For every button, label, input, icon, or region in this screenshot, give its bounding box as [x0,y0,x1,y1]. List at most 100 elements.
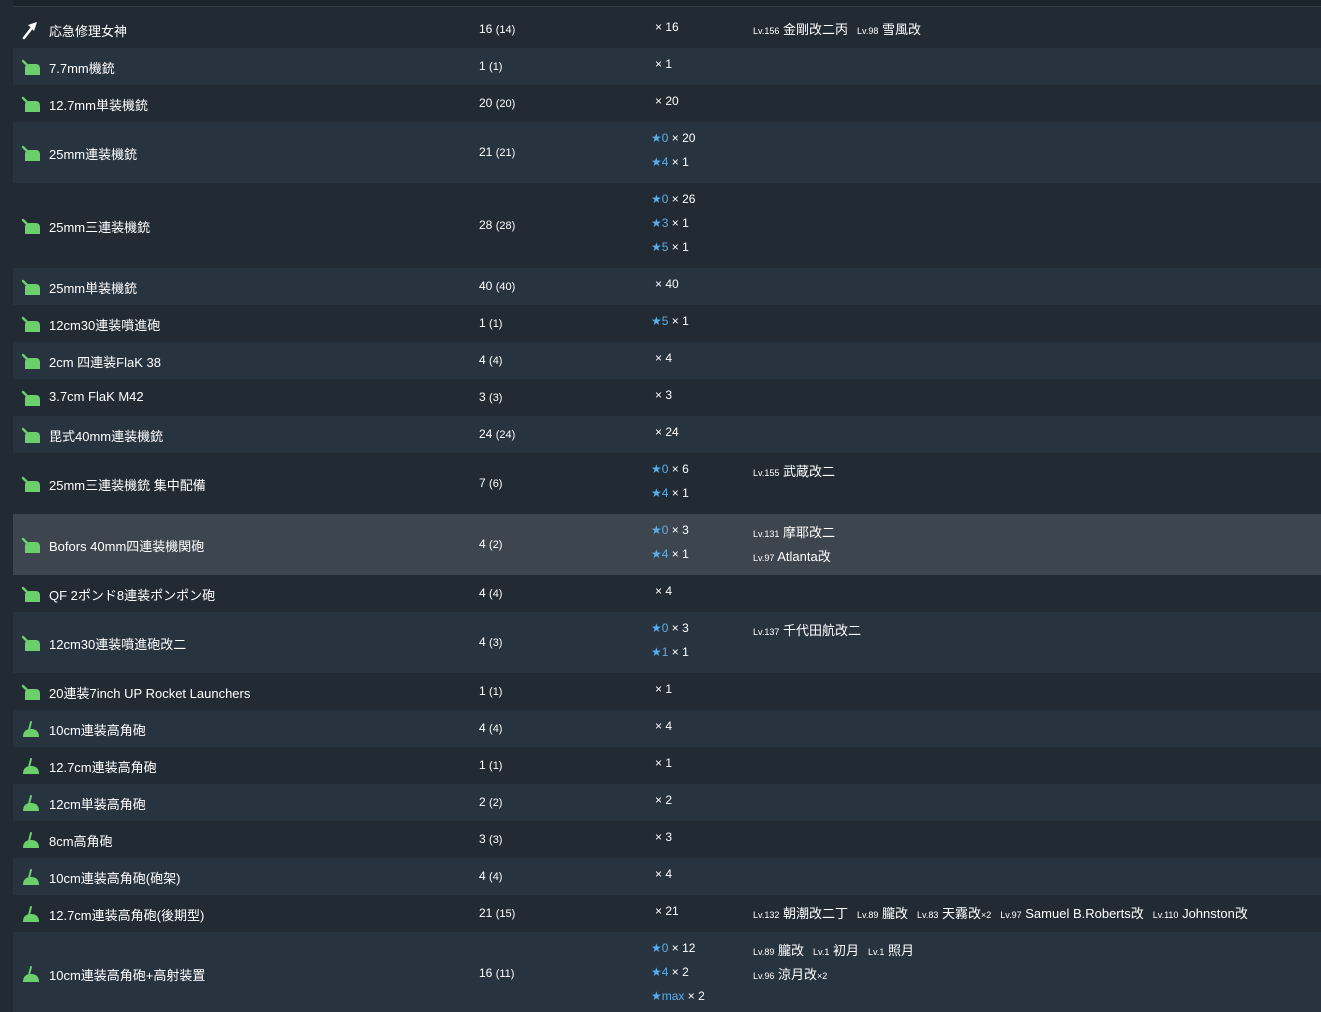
ship-entry[interactable]: Lv.156 金剛改二丙 [753,22,848,37]
equipment-count: 21 (21) [479,145,515,159]
ship-entry[interactable]: Lv.131 摩耶改二 [753,525,835,540]
available-count: (24) [495,428,516,441]
table-row[interactable]: 8cm高角砲 3 (3) × 3 [13,821,1321,858]
equipment-name: 12cm単装高角砲 [49,796,146,812]
ship-entry[interactable]: Lv.155 武蔵改二 [753,464,835,479]
upgrade-count: × 2 [687,989,705,1003]
table-row[interactable]: 12cm30連装噴進砲 1 (1) ★5 × 1 [13,305,1321,342]
upgrade-count: × 20 [655,94,679,108]
upgrade-count: × 4 [655,867,673,881]
upgrade-count: × 1 [671,216,689,230]
equipment-count: 28 (28) [479,218,515,232]
aa-gun-icon [20,387,42,409]
upgrade-line: ★1 × 1 [651,645,689,659]
upgrade-count: × 1 [655,682,673,696]
available-count: (3) [489,636,503,649]
equipment-count: 4 (4) [479,353,502,367]
equipment-name: 25mm単装機銃 [49,280,138,296]
aa-gun-icon [20,424,42,446]
star-level: ★0 [651,131,669,145]
table-row[interactable]: 12.7mm単装機銃 20 (20) × 20 [13,85,1321,122]
total-count: 3 [479,389,486,404]
table-row[interactable]: 3.7cm FlaK M42 3 (3) × 3 [13,379,1321,416]
table-row[interactable]: 25mm三連装機銃 28 (28) ★0 × 26 ★3 × 1 ★5 × 1 [13,183,1321,268]
aa-gun-icon [20,681,42,703]
total-count: 16 [479,21,493,36]
upgrade-count: × 1 [655,756,673,770]
table-row[interactable]: 25mm連装機銃 21 (21) ★0 × 20 ★4 × 1 [13,122,1321,183]
table-row[interactable]: 25mm単装機銃 40 (40) × 40 [13,268,1321,305]
table-row[interactable]: 7.7mm機銃 1 (1) × 1 [13,48,1321,85]
table-row[interactable]: 20連装7inch UP Rocket Launchers 1 (1) × 1 [13,673,1321,710]
ship-entry[interactable]: Lv.1 初月 [813,943,859,958]
upgrade-count: × 12 [671,941,696,955]
total-count: 4 [479,352,486,367]
table-row[interactable]: 12cm単装高角砲 2 (2) × 2 [13,784,1321,821]
table-row[interactable]: 10cm連装高角砲(砲架) 4 (4) × 4 [13,858,1321,895]
available-count: (3) [489,391,503,404]
table-row[interactable]: 12.7cm連装高角砲(後期型) 21 (15) × 21 Lv.132 朝潮改二丁 L… [13,895,1321,932]
upgrade-line: × 16 [655,20,679,34]
total-count: 24 [479,426,493,441]
upgrade-line: × 4 [655,584,672,598]
ship-name: 涼月改 [777,967,817,982]
upgrade-line: ★5 × 1 [651,240,689,254]
equipment-count: 3 (3) [479,390,502,404]
ship-entry[interactable]: Lv.89 朧改 [753,943,804,958]
ship-name: 天霧改 [941,906,981,921]
ship-multiplier: ×2 [817,971,828,981]
table-row[interactable]: 12cm30連装噴進砲改二 4 (3) ★0 × 3 ★1 × 1 Lv.137 千代田… [13,612,1321,673]
table-row[interactable]: 応急修理女神 16 (14) × 16 Lv.156 金剛改二丙 Lv.98 雪風改 [13,11,1321,48]
table-row[interactable]: 10cm連装高角砲+高射装置 16 (11) ★0 × 12 ★4 × 2 ★max ×… [13,932,1321,1012]
upgrade-line: ★0 × 6 [651,462,689,476]
equipment-count: 1 (1) [479,316,502,330]
ship-entry[interactable]: Lv.98 雪風改 [857,22,921,37]
available-count: (15) [495,907,516,920]
equipment-count: 4 (4) [479,586,502,600]
total-count: 1 [479,315,486,330]
total-count: 1 [479,683,486,698]
ship-entry[interactable]: Lv.110 Johnston改 [1153,906,1248,921]
available-count: (2) [489,538,503,551]
ship-level: Lv.97 [753,553,775,563]
aa-gun-icon [20,350,42,372]
table-row[interactable]: 25mm三連装機銃 集中配備 7 (6) ★0 × 6 ★4 × 1 Lv.155 武蔵… [13,453,1321,514]
equipment-count: 1 (1) [479,684,502,698]
total-count: 20 [479,95,493,110]
available-count: (21) [495,146,516,159]
ha-gun-icon [20,963,42,985]
star-level: ★4 [651,965,669,979]
ship-entry[interactable]: Lv.89 朧改 [857,906,908,921]
upgrade-line: × 2 [655,793,672,807]
available-count: (2) [489,796,503,809]
ship-entry[interactable]: Lv.132 朝潮改二丁 [753,906,848,921]
equipment-name: 8cm高角砲 [49,833,113,849]
equipment-name: 12cm30連装噴進砲改二 [49,636,187,652]
total-count: 1 [479,58,486,73]
aa-gun-icon [20,93,42,115]
ship-entry[interactable]: Lv.1 照月 [868,943,914,958]
table-row[interactable]: 2cm 四連装FlaK 38 4 (4) × 4 [13,342,1321,379]
ship-entry[interactable]: Lv.96 涼月改×2 [753,967,827,982]
ship-entry[interactable]: Lv.137 千代田航改二 [753,623,861,638]
table-row[interactable]: Bofors 40mm四連装機関砲 4 (2) ★0 × 3 ★4 × 1 Lv.131… [13,514,1321,575]
upgrade-line: ★0 × 26 [651,192,695,206]
available-count: (14) [495,23,516,36]
table-row[interactable]: 10cm連装高角砲 4 (4) × 4 [13,710,1321,747]
upgrade-count: × 24 [655,425,679,439]
equipment-name: Bofors 40mm四連装機関砲 [49,538,205,554]
table-row[interactable]: 毘式40mm連装機銃 24 (24) × 24 [13,416,1321,453]
available-count: (20) [495,97,516,110]
total-count: 7 [479,475,486,490]
equipment-name: 12.7cm連装高角砲(後期型) [49,907,205,923]
ship-entry[interactable]: Lv.83 天霧改×2 [917,906,991,921]
upgrade-line: × 40 [655,277,679,291]
ship-entry[interactable]: Lv.97 Atlanta改 [753,549,831,564]
upgrade-line: × 1 [655,756,672,770]
aa-gun-icon [20,534,42,556]
table-row[interactable]: QF 2ポンド8連装ポンポン砲 4 (4) × 4 [13,575,1321,612]
upgrade-count: × 1 [671,645,689,659]
table-row[interactable]: 12.7cm連装高角砲 1 (1) × 1 [13,747,1321,784]
ship-entry[interactable]: Lv.97 Samuel B.Roberts改 [1000,906,1143,921]
upgrade-count: × 16 [655,20,679,34]
